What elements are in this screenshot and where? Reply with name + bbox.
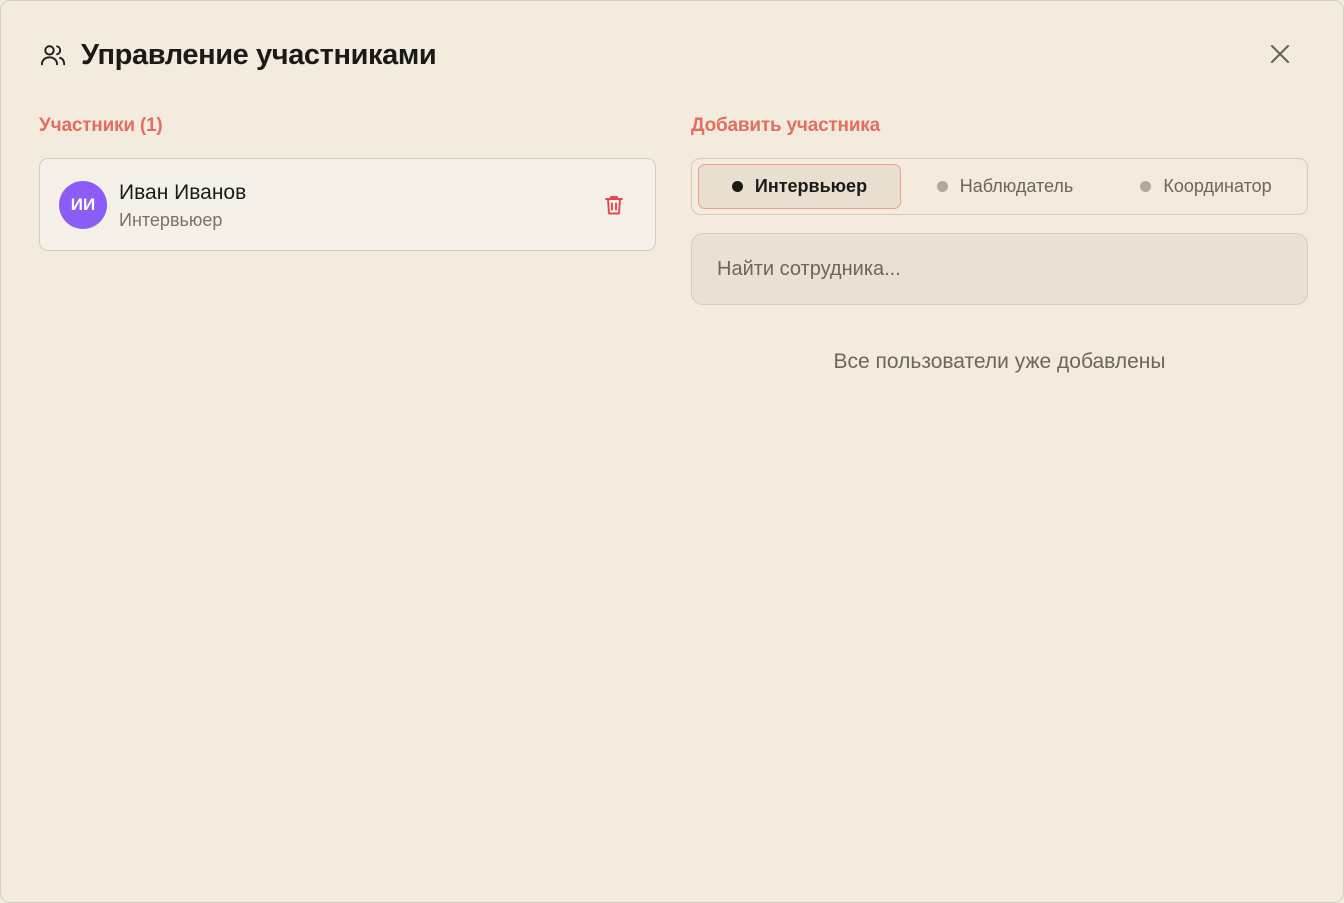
role-label: Наблюдатель — [959, 176, 1074, 196]
role-label: Координатор — [1163, 176, 1272, 196]
participant-card: ИИ Иван Иванов Интервьюер — [39, 158, 656, 251]
dialog-title: Управление участниками — [81, 38, 437, 71]
employee-search-input[interactable] — [691, 233, 1308, 305]
role-dot-icon — [731, 181, 743, 192]
participants-heading: Участники (1) — [39, 115, 163, 136]
dialog-header: Управление участниками — [39, 35, 1305, 75]
role-label: Интервьюер — [754, 176, 868, 196]
avatar: ИИ — [59, 181, 107, 229]
role-dot-icon — [1140, 181, 1152, 192]
participant-role: Интервьюер — [119, 210, 223, 230]
role-option-observer[interactable]: Наблюдатель — [907, 164, 1103, 209]
users-icon — [39, 40, 69, 70]
manage-participants-dialog: Управление участниками Участники (1) ИИ … — [0, 0, 1344, 903]
empty-state-message: Все пользователи уже добавлены — [833, 350, 1166, 373]
close-button[interactable] — [1265, 39, 1295, 69]
role-option-interviewer[interactable]: Интервьюер — [698, 164, 901, 209]
role-option-coordinator[interactable]: Координатор — [1109, 164, 1303, 209]
trash-icon — [605, 196, 623, 215]
participant-name: Иван Иванов — [119, 181, 247, 204]
delete-participant-button[interactable] — [603, 193, 625, 217]
role-dot-icon — [936, 181, 948, 192]
close-icon — [1270, 44, 1290, 64]
role-selector: Интервьюер Наблюдатель Координатор — [691, 158, 1308, 215]
add-participant-heading: Добавить участника — [691, 115, 880, 136]
